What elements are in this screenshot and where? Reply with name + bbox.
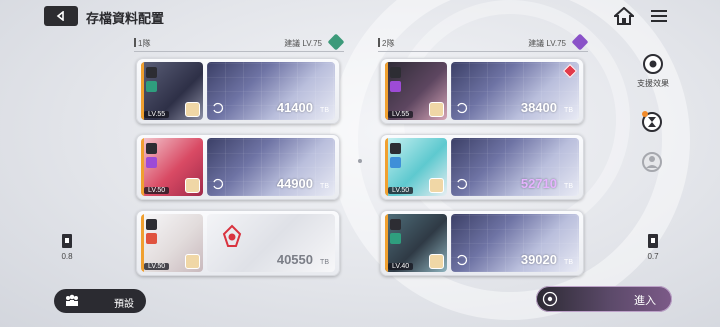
skill-icon [185, 178, 200, 193]
team-1-slot-1-card[interactable]: LV.55 41400 TB [136, 58, 340, 124]
power-value: 38400 [520, 100, 557, 115]
swirl-icon [456, 102, 468, 114]
team-2-header: 2隊 建議 LV.75 [377, 33, 589, 52]
panel-texture [451, 214, 579, 272]
class-icon [146, 81, 157, 92]
fire-emblem-icon [222, 224, 242, 247]
equipment-panel: 44900 TB [207, 138, 335, 196]
power-unit: TB [320, 183, 329, 190]
team-1-name: 1隊 [133, 38, 151, 48]
team-2-name: 2隊 [377, 38, 395, 48]
divider-dot [358, 159, 362, 163]
team-1-element-badge-icon [327, 33, 345, 51]
level-label: LV.50 [388, 187, 414, 194]
swirl-icon [456, 178, 468, 190]
level-label: LV.55 [144, 111, 170, 118]
attack-type-icon [390, 219, 401, 230]
level-label: LV.55 [388, 111, 414, 118]
target-icon [542, 291, 558, 307]
power-unit: TB [564, 183, 573, 190]
support-effect-icon [643, 54, 663, 74]
attack-type-icon [146, 143, 157, 154]
team-2-slot-2-card[interactable]: LV.50 52710 TB [380, 134, 584, 200]
skill-icon [429, 254, 444, 269]
back-button[interactable] [44, 6, 78, 26]
enter-label: 進入 [634, 295, 656, 307]
team-1-header: 1隊 建議 LV.75 [133, 33, 345, 52]
character-portrait: LV.55 [141, 62, 203, 120]
equipment-panel: 41400 TB [207, 62, 335, 120]
class-icon [390, 81, 401, 92]
swirl-icon [456, 254, 468, 266]
power-value: 39020 [520, 252, 557, 267]
page-title: 存檔資料配置 [86, 11, 165, 26]
left-cost-indicator[interactable]: 0.8 [56, 232, 78, 261]
team-1-recommended-level: 建議 LV.75 [284, 39, 322, 48]
preset-button[interactable]: 預設 [54, 289, 146, 313]
equipment-panel: 52710 TB [451, 138, 579, 196]
team-2-slot-3-card[interactable]: LV.40 39020 TB [380, 210, 584, 276]
skill-icon [185, 254, 200, 269]
power-unit: TB [320, 107, 329, 114]
left-cost-value: 0.8 [61, 252, 73, 261]
panel-texture [451, 138, 579, 196]
card-cost-icon [62, 234, 72, 248]
level-label: LV.40 [388, 263, 414, 270]
menu-icon[interactable] [650, 8, 668, 24]
person-locked-icon [642, 152, 662, 172]
support-effect-label: 支援效果 [637, 79, 669, 88]
character-portrait: LV.50 [141, 138, 203, 196]
right-cost-indicator[interactable]: 0.7 [642, 232, 664, 261]
equipment-panel: 39020 TB [451, 214, 579, 272]
right-cost-value: 0.7 [647, 252, 659, 261]
attack-type-icon [146, 219, 157, 230]
skill-icon [185, 102, 200, 117]
skill-icon [429, 102, 444, 117]
home-icon[interactable] [614, 7, 634, 25]
enter-button[interactable]: 進入 [536, 286, 672, 312]
panel-texture [207, 62, 335, 120]
attack-type-icon [146, 67, 157, 78]
class-icon [146, 157, 157, 168]
swirl-icon [212, 178, 224, 190]
back-arrow-icon [56, 11, 64, 21]
class-icon [146, 233, 157, 244]
attack-type-icon [390, 143, 401, 154]
character-portrait: LV.55 [385, 62, 447, 120]
character-portrait: LV.40 [385, 214, 447, 272]
team-2-element-badge-icon [571, 33, 589, 51]
character-portrait: LV.50 [385, 138, 447, 196]
power-value: 40550 [276, 252, 313, 267]
locked-slot-button[interactable] [640, 150, 664, 176]
power-unit: TB [320, 259, 329, 266]
level-label: LV.50 [144, 263, 170, 270]
team-2-slot-1-card[interactable]: LV.55 38400 TB [380, 58, 584, 124]
power-value: 52710 [520, 176, 557, 191]
panel-texture [451, 62, 579, 120]
team-1-slot-3-card[interactable]: LV.50 40550 TB [136, 210, 340, 276]
skill-slot-button[interactable] [640, 110, 664, 136]
skill-icon [429, 178, 444, 193]
class-icon [390, 233, 401, 244]
panel-texture [207, 138, 335, 196]
card-cost-icon [648, 234, 658, 248]
level-label: LV.50 [144, 187, 170, 194]
class-icon [390, 157, 401, 168]
power-unit: TB [564, 259, 573, 266]
preset-people-icon [66, 294, 78, 306]
swirl-icon [212, 102, 224, 114]
preset-label: 預設 [114, 299, 134, 310]
equipment-panel: 40550 TB [207, 214, 335, 272]
power-value: 41400 [276, 100, 313, 115]
hourglass-icon [642, 111, 662, 132]
power-value: 44900 [276, 176, 313, 191]
attack-type-icon [390, 67, 401, 78]
team-2-recommended-level: 建議 LV.75 [528, 39, 566, 48]
team-1-slot-2-card[interactable]: LV.50 44900 TB [136, 134, 340, 200]
power-unit: TB [564, 107, 573, 114]
support-effect-button[interactable]: 支援效果 [632, 52, 674, 89]
equipment-panel: 38400 TB [451, 62, 579, 120]
character-portrait: LV.50 [141, 214, 203, 272]
